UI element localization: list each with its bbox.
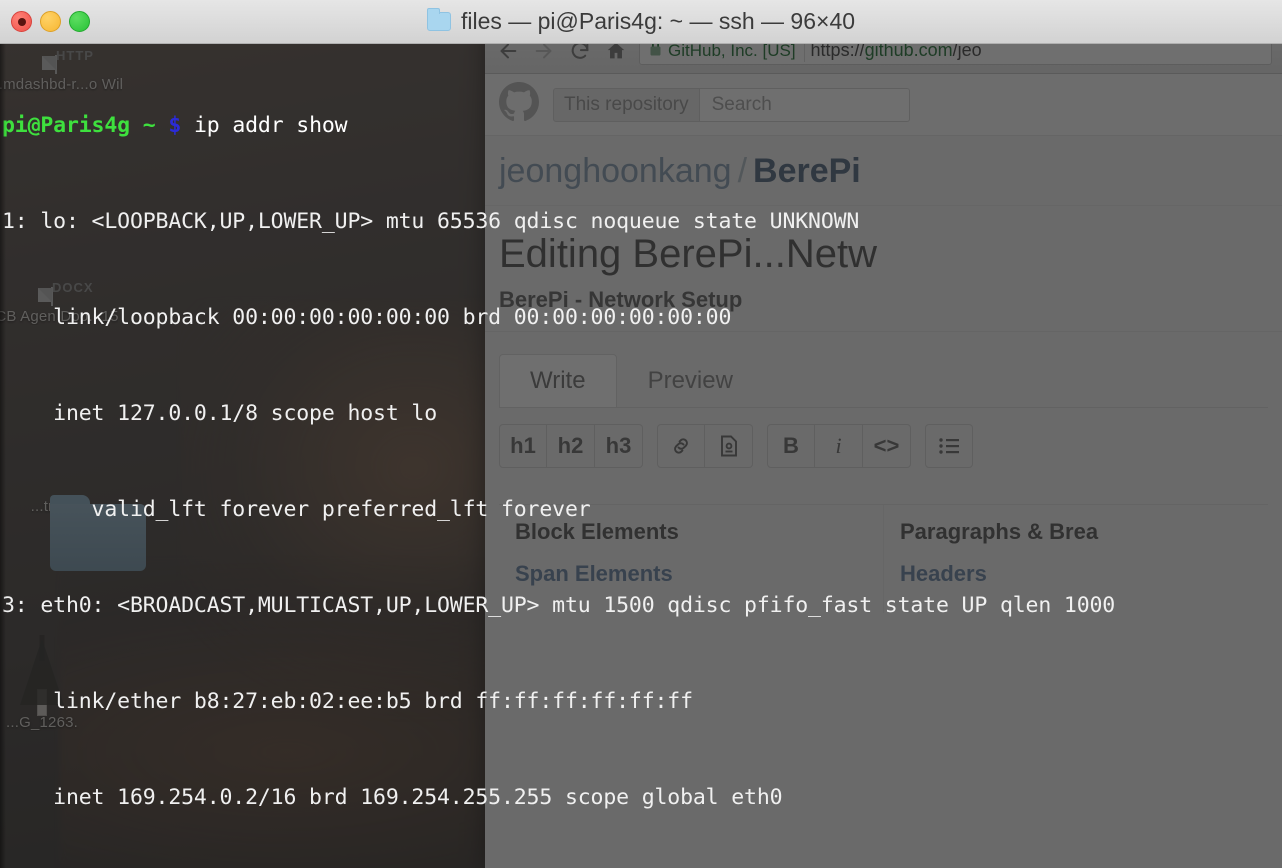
zoom-button[interactable]	[69, 11, 90, 32]
prompt-path: ~	[142, 113, 156, 138]
terminal-line: link/loopback 00:00:00:00:00:00 brd 00:0…	[2, 305, 732, 330]
prompt-user: pi@Paris4g	[2, 113, 130, 138]
terminal-window[interactable]: files — pi@Paris4g: ~ — ssh — 96×40 pi@P…	[0, 0, 1282, 868]
terminal-titlebar[interactable]: files — pi@Paris4g: ~ — ssh — 96×40	[0, 0, 1282, 44]
window-controls	[0, 11, 90, 32]
folder-icon	[426, 8, 451, 31]
screen-root: HTTP ...mdashbd-r...o Wiki] DOCX FCB Age…	[0, 0, 1282, 868]
terminal-line: 1: lo: <LOOPBACK,UP,LOWER_UP> mtu 65536 …	[2, 209, 860, 234]
terminal-output[interactable]: pi@Paris4g ~ $ ip addr show 1: lo: <LOOP…	[0, 44, 1282, 868]
terminal-line: valid_lft forever preferred_lft forever	[2, 497, 591, 522]
terminal-line: 3: eth0: <BROADCAST,MULTICAST,UP,LOWER_U…	[2, 593, 1116, 618]
terminal-line: link/ether b8:27:eb:02:ee:b5 brd ff:ff:f…	[2, 689, 693, 714]
terminal-command: ip addr show	[193, 113, 348, 138]
terminal-line: inet 127.0.0.1/8 scope host lo	[2, 401, 437, 426]
minimize-button[interactable]	[40, 11, 61, 32]
terminal-line-prompt: pi@Paris4g ~ $ ip addr show	[2, 110, 1282, 142]
prompt-symbol: $	[168, 113, 182, 138]
close-button[interactable]	[11, 11, 32, 32]
terminal-title: files — pi@Paris4g: ~ — ssh — 96×40	[0, 8, 1282, 35]
terminal-title-text: files — pi@Paris4g: ~ — ssh — 96×40	[460, 8, 856, 34]
terminal-line: inet 169.254.0.2/16 brd 169.254.255.255 …	[2, 785, 783, 810]
